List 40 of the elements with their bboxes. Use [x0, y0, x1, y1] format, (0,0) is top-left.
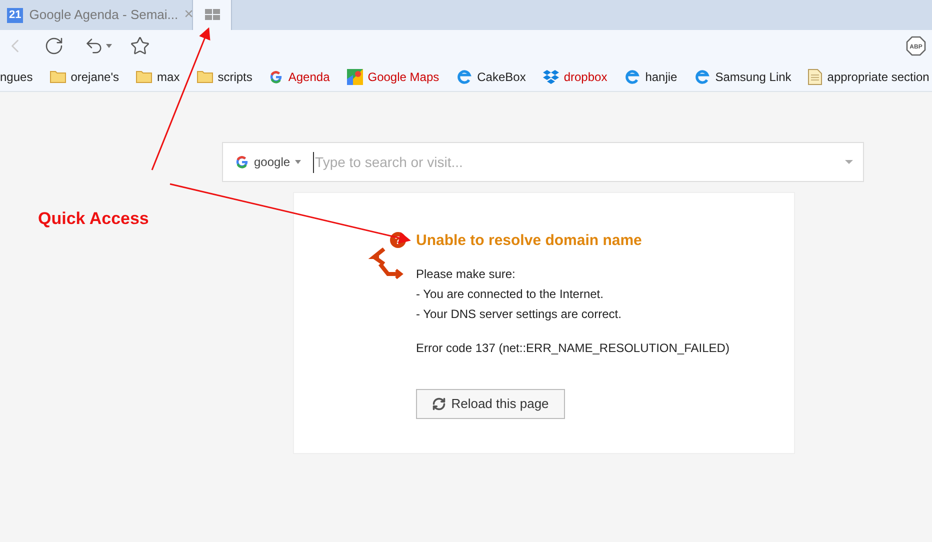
- folder-icon: [196, 70, 213, 83]
- grid-icon: [204, 9, 220, 21]
- bookmark-link[interactable]: hanjie: [645, 68, 678, 86]
- bookmark-star-icon[interactable]: [130, 36, 150, 56]
- error-text-line: Please make sure:: [416, 266, 516, 283]
- search-engine-selector[interactable]: google: [223, 153, 314, 171]
- bookmark-link[interactable]: ngues: [0, 68, 33, 86]
- error-title: Unable to resolve domain name: [416, 231, 643, 251]
- bookmark-link[interactable]: Samsung Link: [715, 68, 792, 86]
- reload-icon[interactable]: [44, 36, 64, 56]
- folder-icon: [136, 70, 152, 83]
- quick-access-tab[interactable]: [193, 0, 232, 30]
- bookmark-link[interactable]: dropbox: [564, 68, 608, 86]
- error-text-line: - Your DNS server settings are correct.: [416, 306, 622, 323]
- e-logo-icon: [624, 69, 640, 84]
- e-logo-icon: [694, 69, 710, 84]
- folder-icon: [50, 70, 66, 83]
- bookmark-link[interactable]: Agenda: [288, 68, 330, 86]
- bookmark-link[interactable]: scripts: [218, 68, 252, 86]
- box-logo-icon: [542, 70, 559, 84]
- g-logo-icon: [235, 155, 249, 169]
- error-code: Error code 137 (net::ERR_NAME_RESOLUTION_FAILED): [416, 340, 730, 357]
- e-logo-icon: [456, 69, 472, 84]
- calendar-badge: 21: [7, 8, 24, 22]
- reload-page-button[interactable]: Reload this page: [416, 389, 565, 419]
- bookmark-link[interactable]: Google Maps: [368, 68, 440, 86]
- search-input[interactable]: Type to search or visit...: [313, 152, 845, 172]
- refresh-icon: [432, 397, 446, 411]
- tab-title: Google Agenda - Semai...: [29, 6, 178, 24]
- error-text-line: - You are connected to the Internet.: [416, 286, 604, 303]
- document-icon: [808, 68, 822, 84]
- map-icon: [346, 68, 363, 84]
- bookmark-link[interactable]: CakeBox: [477, 68, 526, 86]
- bookmark-link[interactable]: max: [157, 68, 180, 86]
- search-bar[interactable]: google Type to search or visit...: [222, 142, 864, 182]
- undo-button[interactable]: [84, 36, 112, 56]
- bookmark-link[interactable]: appropriate section: [827, 68, 930, 86]
- annotation-label: Quick Access: [38, 208, 149, 230]
- g-logo-icon: [269, 70, 284, 84]
- bookmark-link[interactable]: orejane's: [70, 68, 120, 86]
